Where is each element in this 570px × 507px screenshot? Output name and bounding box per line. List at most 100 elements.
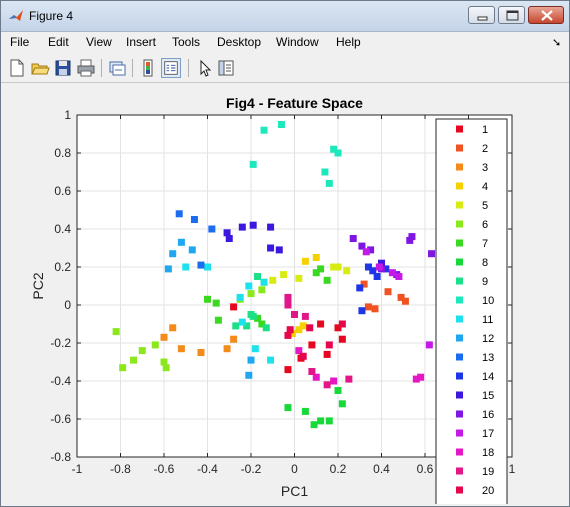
- data-point-series-5: [280, 271, 288, 279]
- data-point-series-10: [334, 149, 342, 157]
- data-point-series-20: [338, 320, 346, 328]
- y-tick-label: -0.6: [50, 412, 71, 426]
- new-figure-icon[interactable]: [7, 58, 27, 78]
- legend-marker: [456, 125, 463, 133]
- legend-marker: [456, 410, 463, 418]
- y-tick-label: -0.4: [50, 374, 71, 388]
- data-point-series-18: [417, 373, 425, 381]
- y-tick-label: 0.2: [54, 260, 71, 274]
- insert-colorbar-icon[interactable]: [138, 58, 158, 78]
- data-point-series-15: [249, 221, 257, 229]
- maximize-button[interactable]: [498, 6, 525, 24]
- save-icon[interactable]: [53, 58, 73, 78]
- x-tick-label: 0.2: [330, 462, 347, 476]
- menu-tools[interactable]: Tools: [172, 35, 200, 49]
- edit-plot-icon[interactable]: [195, 58, 215, 78]
- data-point-series-10: [277, 121, 285, 128]
- legend-entry: 20: [482, 485, 494, 497]
- figure-canvas: -1-0.8-0.6-0.4-0.200.20.40.60.81-0.8-0.6…: [3, 83, 567, 504]
- data-point-series-15: [238, 223, 246, 231]
- legend-marker: [456, 429, 463, 437]
- x-tick-label: 0.4: [373, 462, 390, 476]
- menu-desktop[interactable]: Desktop: [217, 35, 261, 49]
- data-point-series-11: [182, 263, 190, 271]
- data-point-series-11: [260, 278, 268, 286]
- title-bar[interactable]: Figure 4: [1, 1, 569, 32]
- data-point-series-10: [249, 160, 257, 168]
- legend-entry: 6: [482, 219, 488, 231]
- legend-marker: [456, 486, 463, 494]
- legend-entry: 3: [482, 162, 488, 174]
- property-inspector-icon[interactable]: [216, 58, 236, 78]
- data-point-series-7: [214, 316, 222, 324]
- data-point-series-10: [325, 179, 333, 187]
- data-point-series-6: [138, 347, 146, 355]
- data-point-series-12: [169, 250, 177, 258]
- data-point-series-3: [197, 349, 205, 356]
- data-point-series-2: [364, 303, 372, 311]
- legend-entry: 8: [482, 257, 488, 269]
- data-point-series-19: [284, 301, 292, 309]
- data-point-series-15: [267, 244, 275, 252]
- x-tick-label: -0.8: [110, 462, 131, 476]
- legend-entry: 18: [482, 447, 494, 459]
- menu-help[interactable]: Help: [336, 35, 361, 49]
- link-plot-icon[interactable]: [107, 58, 127, 78]
- data-point-series-12: [245, 371, 253, 379]
- data-point-series-11: [251, 345, 259, 353]
- x-tick-label: 1: [509, 462, 516, 476]
- menu-insert[interactable]: Insert: [126, 35, 156, 49]
- matlab-logo-icon: [9, 10, 23, 21]
- data-point-series-2: [401, 297, 409, 305]
- legend-entry: 13: [482, 352, 494, 364]
- close-button[interactable]: [528, 6, 564, 24]
- minimize-button[interactable]: [468, 6, 495, 24]
- legend-marker: [456, 391, 463, 399]
- maximize-icon: [506, 10, 519, 21]
- menu-view[interactable]: View: [86, 35, 112, 49]
- menu-edit[interactable]: Edit: [48, 35, 69, 49]
- legend-entry: 7: [482, 238, 488, 250]
- insert-legend-icon[interactable]: [161, 58, 181, 78]
- data-point-series-9: [262, 324, 270, 332]
- data-point-series-11: [238, 318, 246, 326]
- print-icon[interactable]: [76, 58, 96, 78]
- menu-window[interactable]: Window: [276, 35, 319, 49]
- legend-marker: [456, 201, 463, 209]
- y-tick-label: 1: [64, 108, 71, 122]
- legend-entry: 10: [482, 295, 494, 307]
- data-point-series-7: [212, 299, 220, 307]
- y-tick-label: 0: [64, 298, 71, 312]
- data-point-series-11: [267, 356, 275, 364]
- data-point-series-7: [204, 295, 211, 303]
- data-point-series-12: [188, 246, 196, 254]
- window-title: Figure 4: [29, 9, 74, 23]
- y-tick-label: 0.4: [54, 222, 71, 236]
- data-point-series-5: [343, 267, 351, 275]
- legend-entry: 12: [482, 333, 494, 345]
- scatter-plot[interactable]: -1-0.8-0.6-0.4-0.200.20.40.60.81-0.8-0.6…: [3, 83, 567, 504]
- data-point-series-13: [175, 210, 183, 218]
- menu-file[interactable]: File: [10, 35, 29, 49]
- legend-marker: [456, 144, 463, 152]
- data-point-series-6: [112, 328, 120, 336]
- x-tick-label: -0.6: [154, 462, 175, 476]
- data-point-series-9: [249, 312, 257, 320]
- data-point-series-14: [356, 284, 364, 292]
- dock-arrow-icon[interactable]: ➘: [552, 36, 561, 49]
- open-file-icon[interactable]: [30, 58, 50, 78]
- data-point-series-20: [299, 352, 307, 360]
- data-point-series-1: [338, 335, 346, 343]
- toolbar-separator: [188, 59, 189, 77]
- close-icon: [541, 10, 553, 21]
- data-point-series-15: [275, 246, 283, 254]
- data-point-series-15: [225, 235, 233, 242]
- chart-title: Fig4 - Feature Space: [226, 95, 363, 111]
- legend-entry: 5: [482, 200, 488, 212]
- legend-entry: 9: [482, 276, 488, 288]
- data-point-series-12: [164, 265, 172, 273]
- legend-marker: [456, 239, 463, 247]
- data-point-series-13: [197, 261, 205, 269]
- data-point-series-3: [177, 345, 185, 353]
- data-point-series-20: [325, 341, 333, 349]
